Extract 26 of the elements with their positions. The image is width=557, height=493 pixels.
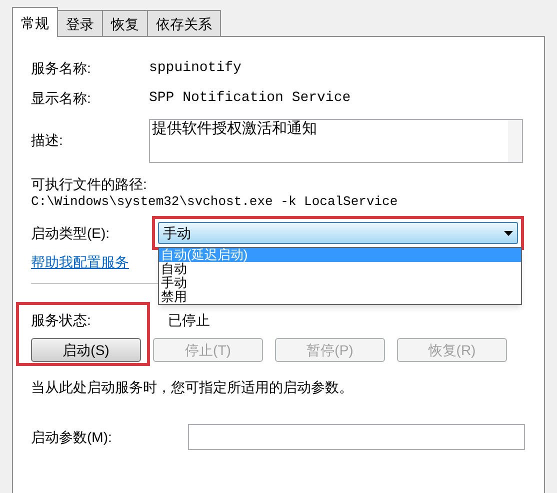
caret-icon — [504, 230, 513, 236]
start-params-label: 启动参数(M): — [31, 428, 113, 446]
field-label: 服务名称: — [31, 59, 92, 77]
path-value: C:\Windows\system32\svchost.exe -k LocalService — [31, 193, 399, 211]
field-label: 描述: — [31, 131, 64, 150]
description-box[interactable]: 提供软件授权激活和通知 — [149, 119, 523, 163]
scrollbar[interactable] — [508, 120, 522, 162]
field-value: sppuinotify — [149, 59, 242, 77]
help-link[interactable]: 帮助我配置服务 — [31, 254, 129, 270]
startup-type-dropdown[interactable]: 手动 — [158, 222, 518, 244]
tab[interactable]: 登录 — [58, 10, 103, 36]
status-value: 已停止 — [168, 311, 210, 329]
hint-text: 当从此处启动服务时，您可指定所适用的启动参数。 — [31, 378, 354, 396]
tab[interactable]: 恢复 — [103, 10, 148, 36]
path-label: 可执行文件的路径: — [31, 175, 148, 193]
start-params-field[interactable] — [188, 424, 525, 450]
startup-type-label: 启动类型(E): — [31, 224, 111, 242]
tab[interactable]: 依存关系 — [148, 10, 221, 36]
dropdown-option[interactable]: 手动 — [159, 276, 521, 290]
dropdown-option[interactable]: 禁用 — [159, 290, 521, 304]
status-label: 服务状态: — [31, 311, 92, 329]
service-button[interactable]: 启动(S) — [31, 338, 141, 362]
field-label: 显示名称: — [31, 89, 92, 107]
tab[interactable]: 常规 — [12, 7, 58, 37]
dropdown-option[interactable]: 自动 — [159, 262, 521, 276]
field-value: SPP Notification Service — [149, 89, 351, 107]
